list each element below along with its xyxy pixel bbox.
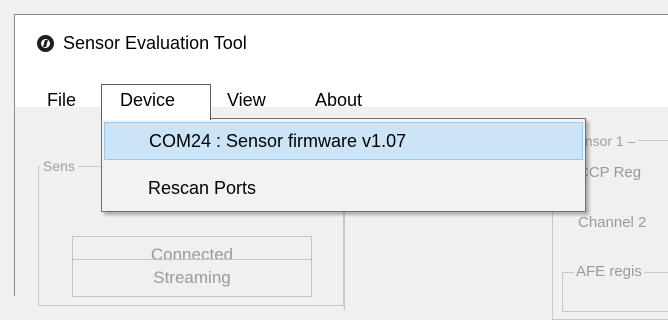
menu-file[interactable]: File: [47, 86, 76, 114]
streaming-button[interactable]: Streaming: [72, 259, 312, 297]
channel-label: Channel 2: [578, 214, 647, 231]
ccp-register-label: CCP Reg: [578, 164, 642, 181]
window-title: Sensor Evaluation Tool: [63, 33, 247, 53]
sensor-group-label: Sens: [40, 158, 78, 174]
afe-register-label: AFE regis: [574, 263, 644, 280]
menu-item-com24[interactable]: COM24 : Sensor firmware v1.07: [104, 122, 583, 160]
menu-item-rescan-ports[interactable]: Rescan Ports: [104, 169, 583, 207]
device-dropdown-menu: COM24 : Sensor firmware v1.07 Rescan Por…: [101, 118, 586, 212]
menu-device[interactable]: Device: [101, 84, 211, 120]
menu-view[interactable]: View: [227, 86, 266, 114]
app-logo-icon: [37, 35, 54, 52]
menu-about[interactable]: About: [315, 86, 362, 114]
